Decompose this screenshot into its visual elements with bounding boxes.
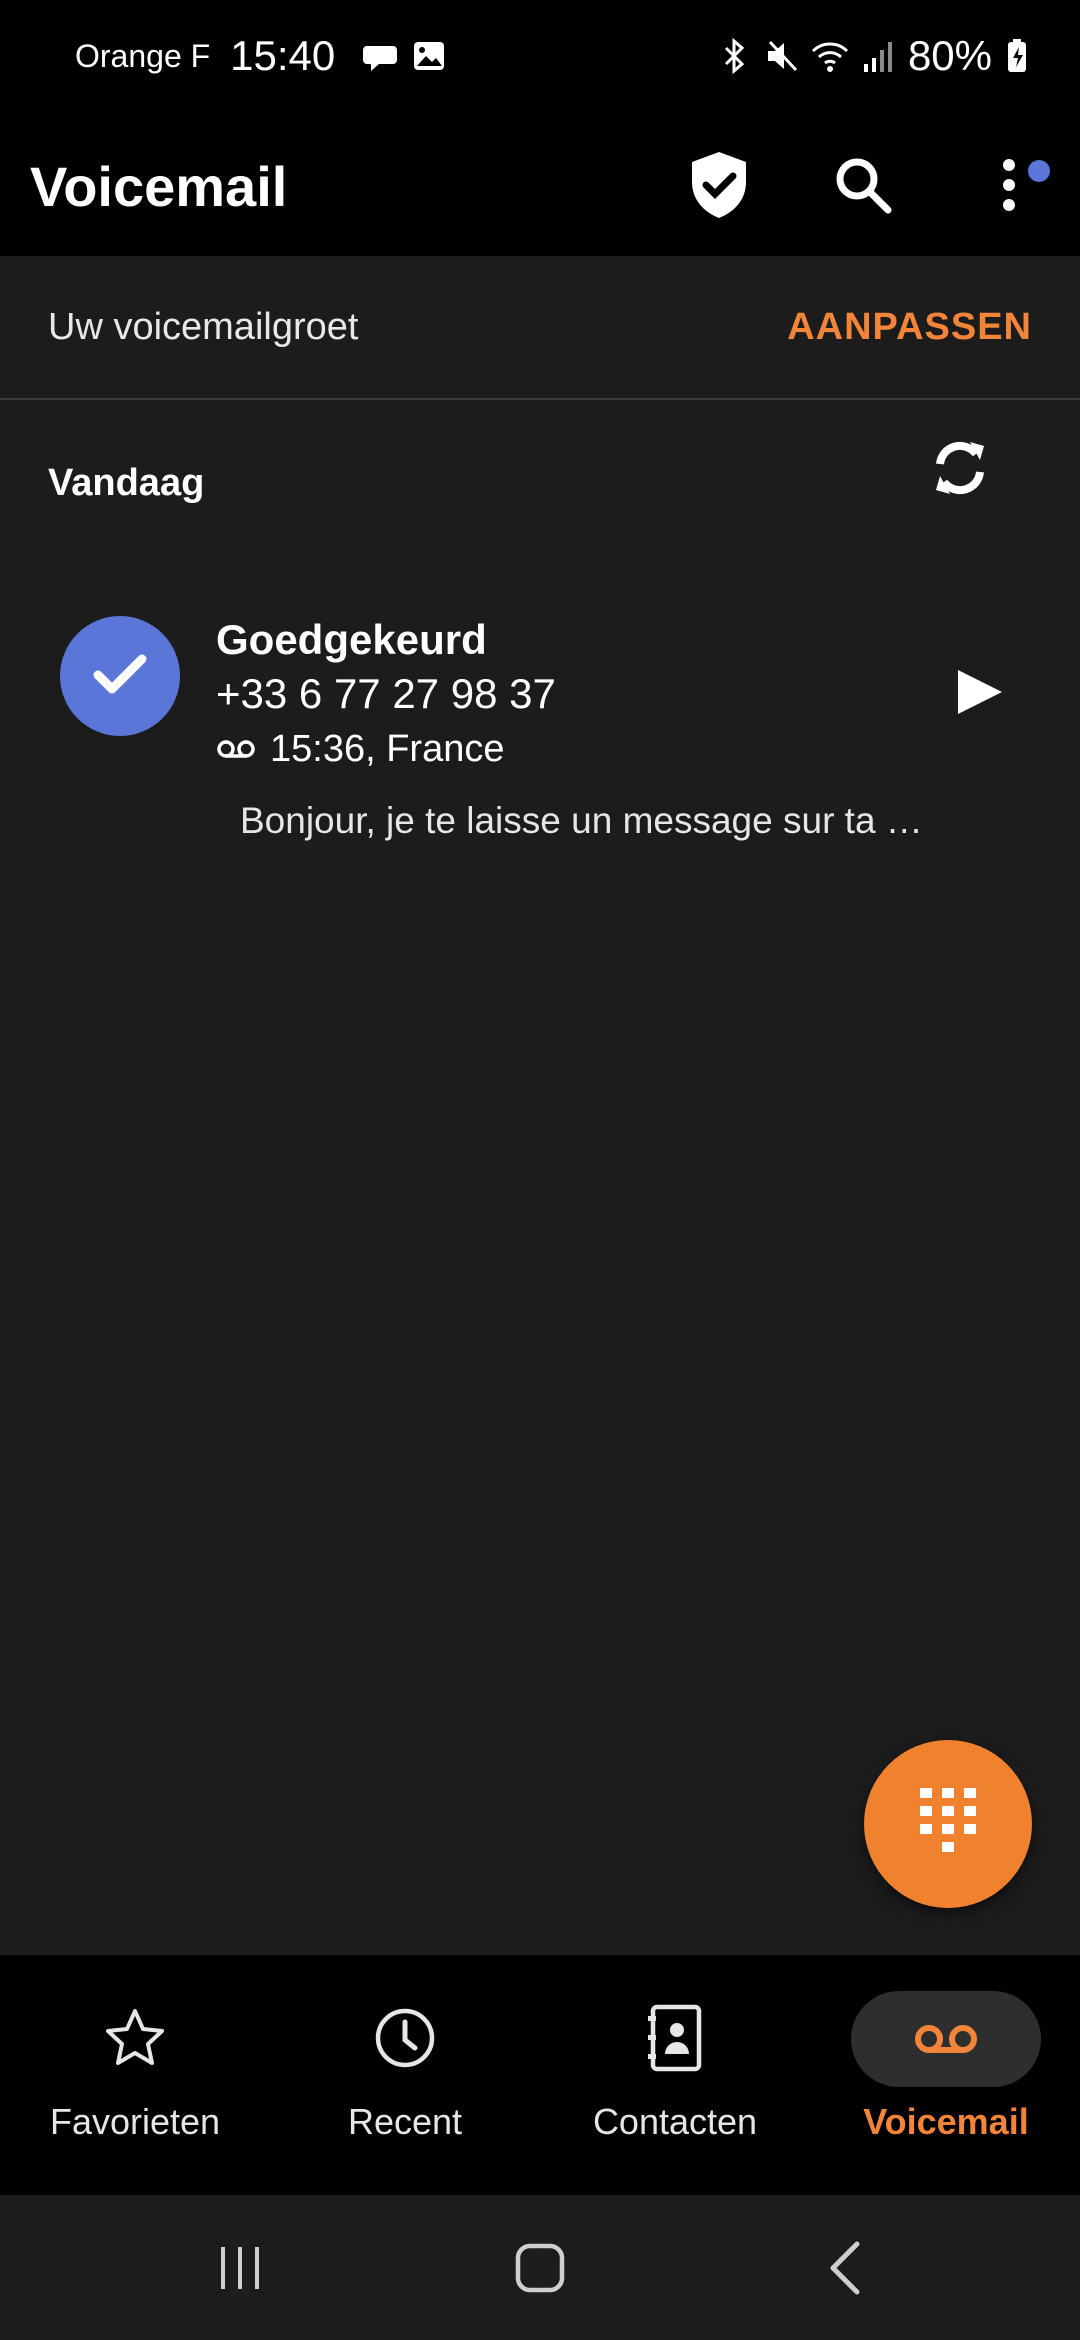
status-bar: Orange F 15:40 80%	[0, 0, 1080, 118]
avatar	[60, 616, 180, 736]
nav-item-recent[interactable]: Recent	[295, 1993, 515, 2163]
refresh-icon	[928, 436, 992, 505]
dialpad-button[interactable]	[864, 1740, 1032, 1908]
voicemail-meta: 15:36, France	[216, 728, 504, 771]
voicemail-greeting-row[interactable]: Uw voicemailgroet AANPASSEN	[0, 256, 1080, 400]
clock-icon	[345, 2003, 465, 2073]
battery-percent: 80%	[907, 32, 992, 79]
home-button[interactable]	[500, 2235, 580, 2305]
check-icon	[92, 651, 148, 702]
status-time: 15:40	[230, 32, 336, 79]
shield-button[interactable]	[672, 140, 766, 234]
back-button[interactable]	[805, 2235, 885, 2305]
home-icon	[513, 2241, 567, 2300]
voicemail-tab-icon	[851, 1991, 1041, 2087]
nav-label-contacts: Contacten	[592, 2101, 758, 2142]
star-icon	[75, 2003, 195, 2073]
voicemail-icon	[216, 728, 256, 771]
nav-item-voicemail[interactable]: Voicemail	[836, 1991, 1056, 2163]
contacts-icon	[615, 2003, 735, 2073]
nav-label-recent: Recent	[347, 2101, 463, 2142]
page-title: Voicemail	[30, 155, 288, 218]
voicemail-time-location: 15:36, France	[270, 728, 505, 770]
edit-greeting-button[interactable]: AANPASSEN	[787, 306, 1032, 349]
system-navigation-bar	[0, 2195, 1080, 2340]
notification-dot	[1028, 160, 1050, 182]
section-header-today: Vandaag	[48, 462, 205, 504]
voicemail-list-item[interactable]: Goedgekeurd +33 6 77 27 98 37 15:36, Fra…	[0, 600, 1080, 860]
dialpad-icon	[918, 1786, 978, 1863]
voicemail-transcription: Bonjour, je te laisse un message sur ta …	[240, 800, 923, 841]
carrier-label: Orange F	[75, 37, 211, 74]
bottom-navigation: Favorieten Recent Contacten Voicemail	[0, 1955, 1080, 2195]
shield-icon	[688, 149, 750, 226]
nav-item-favorites[interactable]: Favorieten	[25, 1993, 245, 2163]
nav-label-voicemail: Voicemail	[863, 2101, 1029, 2142]
back-icon	[825, 2240, 865, 2301]
recent-apps-icon	[215, 2243, 265, 2298]
greeting-label: Uw voicemailgroet	[48, 306, 359, 348]
voicemail-caller-number: +33 6 77 27 98 37	[216, 670, 556, 717]
search-button[interactable]	[816, 140, 910, 234]
play-button[interactable]	[948, 662, 1008, 722]
image-icon	[409, 36, 449, 76]
chat-icon	[361, 36, 401, 76]
wifi-icon	[810, 36, 850, 76]
signal-icon	[858, 36, 898, 76]
bluetooth-icon	[714, 36, 754, 76]
app-bar: Voicemail	[0, 118, 1080, 256]
more-options-button[interactable]	[962, 140, 1056, 234]
search-icon	[832, 154, 894, 221]
nav-label-favorites: Favorieten	[49, 2101, 221, 2142]
mute-icon	[762, 36, 802, 76]
more-vert-icon	[999, 155, 1019, 220]
battery-icon	[1000, 36, 1040, 76]
recent-apps-button[interactable]	[200, 2235, 280, 2305]
play-icon	[948, 670, 1008, 726]
nav-item-contacts[interactable]: Contacten	[565, 1993, 785, 2163]
refresh-button[interactable]	[920, 430, 1000, 510]
voicemail-caller-name: Goedgekeurd	[216, 616, 487, 663]
